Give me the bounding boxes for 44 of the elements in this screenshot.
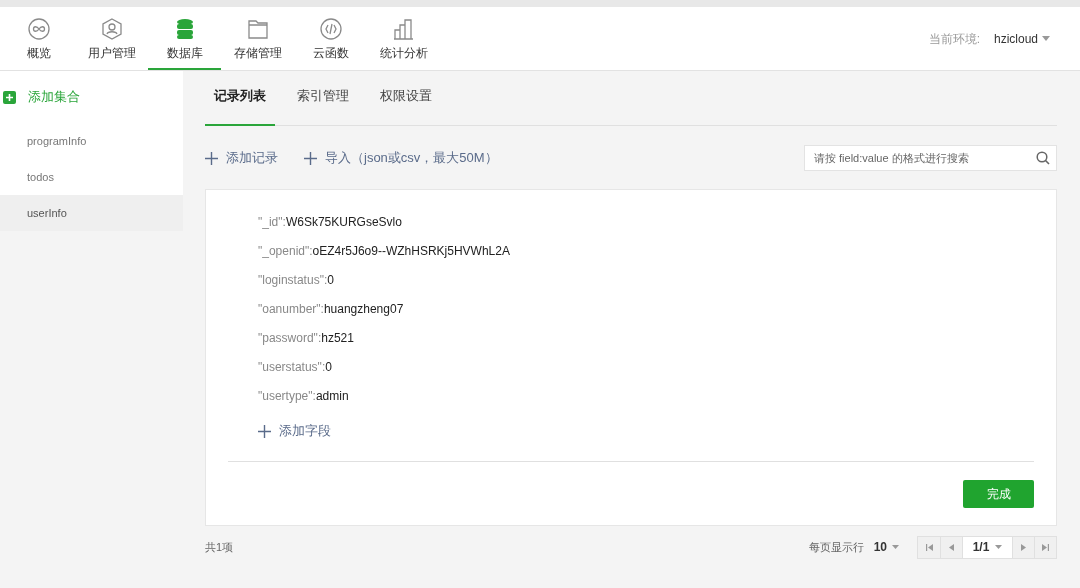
add-record-button[interactable]: 添加记录 bbox=[205, 148, 278, 168]
record-field: "_openid":oEZ4r5J6o9--WZhHSRKj5HVWhL2A bbox=[258, 242, 510, 271]
folder-icon bbox=[246, 18, 269, 40]
record-field: "password":hz521 bbox=[258, 329, 354, 358]
rows-per-page-dropdown[interactable]: 10 bbox=[873, 538, 899, 556]
caret-icon bbox=[892, 545, 899, 549]
search-icon bbox=[1036, 151, 1050, 165]
nav-tab[interactable]: 统计分析 bbox=[367, 14, 440, 70]
plus-icon bbox=[258, 424, 271, 438]
environment-label: 当前环境: bbox=[928, 30, 980, 48]
plus-icon bbox=[304, 151, 317, 165]
rows-per-page-label: 每页显示行 bbox=[808, 539, 864, 555]
nav-tab[interactable]: 云函数 bbox=[294, 14, 367, 70]
record-field: "oanumber":huangzheng07 bbox=[258, 300, 404, 329]
collection-item[interactable]: userInfo bbox=[0, 195, 183, 231]
nav-tab[interactable]: 概览 bbox=[2, 14, 75, 70]
record-field: "_id":W6Sk75KURGseSvlo bbox=[258, 213, 402, 242]
import-button[interactable]: 导入（json或csv，最大50M） bbox=[304, 148, 498, 168]
record-field: "userstatus":0 bbox=[258, 358, 332, 387]
bar-chart-icon bbox=[392, 18, 415, 40]
nav-tab[interactable]: 数据库 bbox=[148, 14, 221, 70]
first-page-icon bbox=[925, 543, 933, 551]
record-field: "loginstatus":0 bbox=[258, 271, 334, 300]
search-field[interactable]: 请按 field:value 的格式进行搜索 bbox=[804, 145, 1057, 171]
last-page-icon bbox=[1042, 543, 1049, 551]
caret-icon bbox=[995, 545, 1003, 549]
plus-icon bbox=[3, 90, 16, 104]
user-icon bbox=[100, 18, 123, 40]
record-field: "usertype":admin bbox=[258, 387, 349, 416]
add-field-button[interactable]: 添加字段 bbox=[258, 422, 331, 440]
tab[interactable]: 权限设置 bbox=[371, 82, 441, 126]
page-dropdown[interactable]: 1/1 bbox=[962, 536, 1012, 558]
nav-tab[interactable]: 存储管理 bbox=[221, 14, 294, 70]
total-count: 共1项 bbox=[205, 539, 234, 555]
nav-tab[interactable]: 用户管理 bbox=[75, 14, 148, 70]
previous-icon bbox=[949, 543, 954, 551]
code-icon bbox=[319, 18, 342, 40]
caret-icon bbox=[1042, 36, 1050, 41]
tab[interactable]: 记录列表 bbox=[205, 82, 275, 126]
infinity-icon bbox=[27, 18, 50, 40]
plus-icon bbox=[205, 151, 218, 165]
tab[interactable]: 索引管理 bbox=[288, 82, 358, 126]
next-icon bbox=[1021, 543, 1026, 551]
environment-dropdown[interactable]: hzicloud bbox=[993, 29, 1050, 48]
